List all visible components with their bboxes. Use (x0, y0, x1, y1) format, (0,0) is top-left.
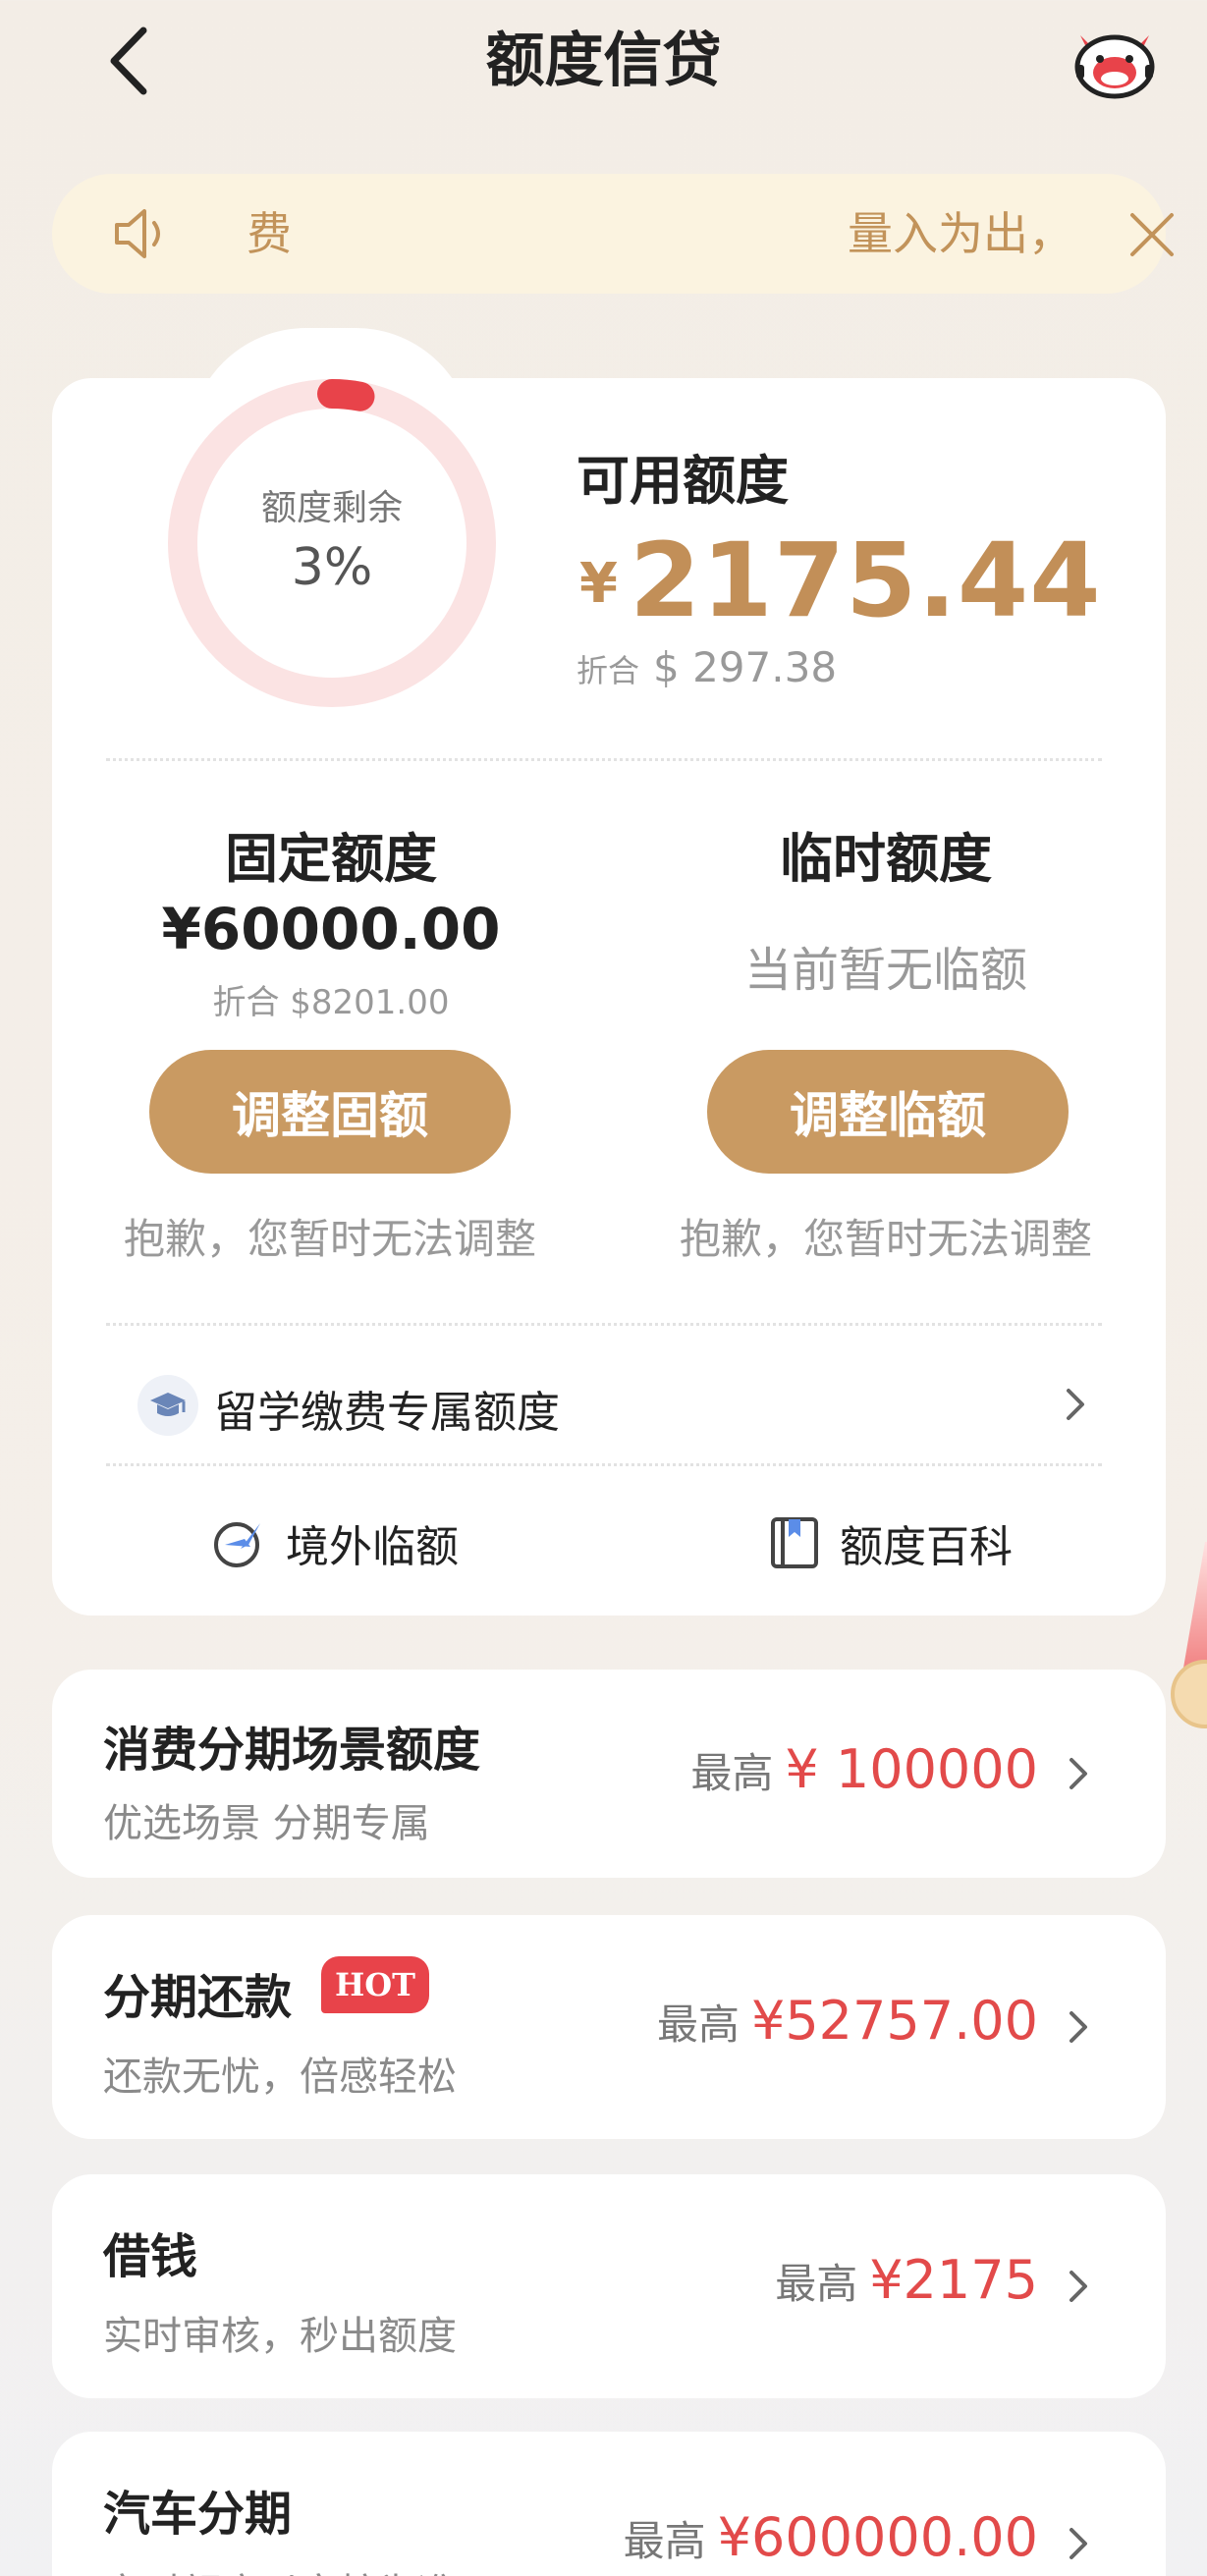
divider (106, 758, 1102, 761)
converted-label: 折合 (576, 652, 640, 689)
plane-globe-icon (214, 1522, 260, 1567)
remaining-credit-arc (317, 379, 375, 411)
credit-wiki-link[interactable]: 额度百科 (769, 1508, 1013, 1577)
product-max-amount: 最高 ¥52757.00 (657, 1990, 1038, 2052)
max-value: ¥ 100000 (785, 1738, 1038, 1800)
hot-badge: HOT (321, 1956, 429, 2013)
available-credit-value: 2175.44 (629, 521, 1102, 640)
chevron-right-icon (1070, 2011, 1087, 2043)
max-label: 最高 (775, 2260, 858, 2308)
max-value: ¥2175 (869, 2249, 1038, 2311)
close-icon[interactable] (1123, 205, 1181, 264)
max-label: 最高 (690, 1749, 774, 1797)
overseas-temp-credit-label: 境外临额 (286, 1522, 459, 1572)
graduation-cap-icon (137, 1375, 198, 1436)
credit-wiki-label: 额度百科 (840, 1522, 1013, 1572)
fixed-adjust-note: 抱歉，您暂时无法调整 (123, 1215, 536, 1263)
ring-label: 额度剩余 (260, 488, 403, 528)
chevron-right-icon (1070, 2271, 1087, 2302)
adjust-fixed-button[interactable]: 调整固额 (149, 1050, 511, 1174)
ring-percent: 3% (291, 538, 373, 597)
adjust-temporary-button[interactable]: 调整临额 (707, 1050, 1069, 1174)
chevron-right-icon (1067, 1389, 1084, 1420)
product-row[interactable]: 分期还款 HOT 还款无忧，倍感轻松 最高 ¥52757.00 (52, 1915, 1166, 2139)
overseas-temp-credit-link[interactable]: 境外临额 (211, 1508, 459, 1577)
study-abroad-label: 留学缴费专属额度 (214, 1388, 560, 1438)
product-max-amount: 最高 ¥2175 (775, 2249, 1038, 2311)
converted-value: $ 297.38 (653, 643, 838, 691)
book-icon (771, 1517, 818, 1568)
notice-bar[interactable]: 费 量入为出， (52, 174, 1174, 294)
fixed-credit-converted: 折合 $8201.00 (212, 983, 450, 1022)
available-converted: 折合 $ 297.38 (576, 643, 837, 691)
product-max-amount: 最高 ¥600000.00 (624, 2506, 1038, 2568)
divider (106, 1323, 1102, 1326)
cat-mascot-icon (1074, 34, 1155, 99)
product-title: 借钱 (103, 2229, 198, 2284)
currency-symbol: ¥ (579, 552, 618, 616)
available-credit-label: 可用额度 (576, 450, 789, 512)
product-row[interactable]: 汽车分期 实时额度以审核为准 最高¥600000.00 (52, 2432, 1166, 2576)
product-row[interactable]: 借钱 实时审核，秒出额度 最高 ¥2175 (52, 2174, 1166, 2398)
page-title: 额度信贷 (485, 27, 722, 95)
available-credit-amount: ¥2175.44 (579, 521, 1102, 640)
temporary-adjust-note: 抱歉，您暂时无法调整 (679, 1215, 1092, 1263)
divider (106, 1463, 1102, 1466)
max-value: ¥52757.00 (750, 1990, 1038, 2052)
chevron-right-icon (1070, 2528, 1087, 2559)
product-title: 消费分期场景额度 (103, 1723, 481, 1778)
top-nav-bar: 额度信贷 (0, 0, 1207, 128)
temporary-credit-title: 临时额度 (780, 828, 992, 890)
max-label: 最高 (623, 2517, 706, 2565)
product-subtitle: 实时额度以审核为准 (103, 2561, 457, 2576)
product-max-amount: 最高 ¥ 100000 (690, 1738, 1038, 1800)
mascot-avatar-button[interactable] (1070, 22, 1159, 100)
product-subtitle: 还款无忧，倍感轻松 (103, 2055, 457, 2100)
max-value: ¥600000.00 (717, 2506, 1038, 2568)
fixed-credit-amount: ¥60000.00 (161, 896, 501, 962)
max-label: 最高 (656, 2001, 740, 2049)
study-abroad-credit-row[interactable]: 留学缴费专属额度 (137, 1365, 1100, 1444)
speaker-icon (115, 209, 160, 258)
product-subtitle: 优选场景 分期专属 (103, 1801, 430, 1846)
floating-coin-icon[interactable] (1171, 1660, 1207, 1728)
side-decoration (1181, 1542, 1207, 1679)
notice-text-start: 费 (247, 207, 292, 260)
chevron-right-icon (1070, 1758, 1087, 1789)
product-row[interactable]: 消费分期场景额度 优选场景 分期专属 最高 ¥ 100000 (52, 1670, 1166, 1878)
fixed-credit-title: 固定额度 (225, 828, 437, 890)
notice-text-end: 量入为出， (848, 207, 1073, 260)
temporary-credit-status: 当前暂无临额 (743, 943, 1027, 998)
product-subtitle: 实时审核，秒出额度 (103, 2314, 457, 2359)
product-title: 分期还款 (103, 1970, 293, 2025)
product-title: 汽车分期 (103, 2487, 293, 2542)
